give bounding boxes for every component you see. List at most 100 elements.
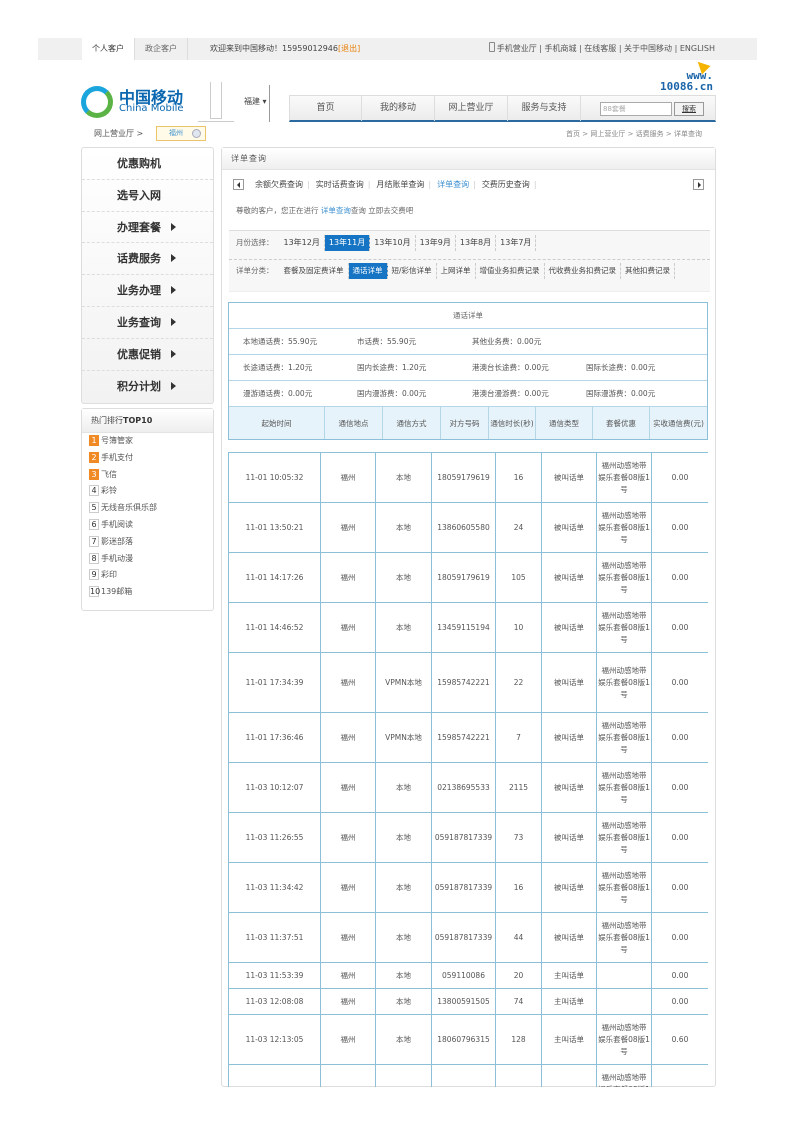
- logout-link[interactable]: [退出]: [338, 44, 360, 53]
- subtab-3[interactable]: 详单查询: [437, 180, 469, 189]
- caret-right-icon: [171, 349, 176, 358]
- divider: [269, 85, 270, 122]
- sidebar-item-points[interactable]: 积分计划: [82, 371, 213, 403]
- table-row[interactable]: 福州动感地带娱乐套餐08版1号: [228, 1064, 708, 1087]
- table-row[interactable]: 11-01 10:05:32 福州 本地 18059179619 16 被叫话单 福州动感地…: [228, 452, 708, 503]
- table-row[interactable]: 11-03 11:37:51 福州 本地 059187817339 44 被叫话单 福州动感…: [228, 912, 708, 963]
- subtab-2[interactable]: 月结账单查询: [376, 180, 424, 189]
- nav-home[interactable]: 首页: [290, 96, 362, 121]
- sidebar-item-plans[interactable]: 办理套餐: [82, 212, 213, 244]
- list-item[interactable]: 9 彩印: [82, 567, 213, 584]
- table-row[interactable]: 11-03 12:13:05 福州 本地 18060796315 128 主叫话单 福州动感…: [228, 1014, 708, 1065]
- table-row[interactable]: 11-03 12:08:08 福州 本地 13800591505 74 主叫话单 0.00: [228, 988, 708, 1015]
- next-arrow-icon[interactable]: [693, 179, 704, 190]
- table-cell: VPMN本地: [375, 652, 432, 713]
- menu-label: 话费服务: [117, 252, 161, 266]
- type-selector: 详单分类： 套餐及固定费详单 通话详单 短/彩信详单 上网详单 增值业务扣费记录 代收费业务…: [236, 263, 676, 279]
- top-links[interactable]: 手机营业厅 | 手机商城 | 在线客服 | 关于中国移动 | ENGLISH: [488, 38, 715, 60]
- top10-panel: 热门排行TOP10 1 号簿管家 2 手机支付 3 飞信 4 彩铃 5 无线音乐俱乐部 6 手机阅读 7…: [81, 408, 214, 611]
- type-option[interactable]: 增值业务扣费记录: [476, 263, 545, 279]
- pagoda-illustration-icon: [198, 82, 234, 122]
- table-cell: [431, 1064, 496, 1087]
- type-option[interactable]: 代收费业务扣费记录: [545, 263, 622, 279]
- column-header: 套餐优惠: [593, 407, 650, 439]
- table-cell: 24: [495, 502, 542, 553]
- sidebar-item-discount-phone[interactable]: 优惠购机: [82, 148, 213, 180]
- list-item[interactable]: 8 手机动漫: [82, 551, 213, 568]
- table-row[interactable]: 11-03 11:26:55 福州 本地 059187817339 73 被叫话单 福州动感…: [228, 812, 708, 863]
- month-option[interactable]: 13年12月: [280, 235, 325, 251]
- subtab-4[interactable]: 交费历史查询: [482, 180, 530, 189]
- detail-table-wrap: 11-01 10:05:32 福州 本地 18059179619 16 被叫话单 福州动感地…: [228, 452, 708, 1087]
- list-item[interactable]: 5 无线音乐俱乐部: [82, 500, 213, 517]
- list-item[interactable]: 3 飞信: [82, 467, 213, 484]
- notice-post[interactable]: 查询 立即去交费吧: [351, 206, 413, 215]
- top-links-text[interactable]: 手机营业厅 | 手机商城 | 在线客服 | 关于中国移动 | ENGLISH: [497, 44, 715, 53]
- sidebar-item-query[interactable]: 业务查询: [82, 307, 213, 339]
- list-item[interactable]: 7 影迷部落: [82, 534, 213, 551]
- table-cell: 73: [495, 812, 542, 863]
- table-cell: 福州动感地带娱乐套餐08版1号: [596, 552, 652, 603]
- month-option[interactable]: 13年10月: [370, 235, 416, 251]
- table-cell: 福州: [320, 712, 376, 763]
- tab-personal[interactable]: 个人客户: [82, 38, 135, 60]
- region-selector[interactable]: 福建 ▾: [244, 96, 267, 107]
- table-cell: 福州: [320, 552, 376, 603]
- type-option[interactable]: 其他扣费记录: [621, 263, 676, 279]
- table-row[interactable]: 11-01 13:50:21 福州 本地 13860605580 24 被叫话单 福州动感地…: [228, 502, 708, 553]
- month-option[interactable]: 13年9月: [416, 235, 456, 251]
- notice-link[interactable]: 详单查询: [321, 206, 351, 215]
- table-cell: 本地: [375, 912, 432, 963]
- type-option[interactable]: 短/彩信详单: [388, 263, 437, 279]
- search-button[interactable]: 搜索: [674, 102, 704, 116]
- breadcrumb-root[interactable]: 网上营业厅 >: [94, 128, 143, 139]
- table-row[interactable]: 11-03 10:12:07 福州 本地 02138695533 2115 被叫话单 福州动…: [228, 762, 708, 813]
- tab-enterprise[interactable]: 政企客户: [135, 38, 188, 60]
- site-line2: 10086.cn: [660, 80, 713, 93]
- table-row[interactable]: 11-03 11:53:39 福州 本地 059110086 20 主叫话单 0.00: [228, 962, 708, 989]
- sidebar-item-promotions[interactable]: 优惠促销: [82, 339, 213, 371]
- table-row[interactable]: 11-01 14:46:52 福州 本地 13459115194 10 被叫话单 福州动感地…: [228, 602, 708, 653]
- table-cell: 0.00: [651, 452, 708, 503]
- sidebar-item-billing[interactable]: 话费服务: [82, 243, 213, 276]
- nav-support[interactable]: 服务与支持: [508, 96, 581, 121]
- table-row[interactable]: 11-01 14:17:26 福州 本地 18059179619 105 被叫话单 福州动感…: [228, 552, 708, 603]
- list-item[interactable]: 6 手机阅读: [82, 517, 213, 534]
- table-cell: 105: [495, 552, 542, 603]
- list-item[interactable]: 4 彩铃: [82, 483, 213, 500]
- table-cell: 15985742221: [431, 712, 496, 763]
- table-cell: 13860605580: [431, 502, 496, 553]
- subtab-1[interactable]: 实时话费查询: [316, 180, 364, 189]
- type-option[interactable]: 通话详单: [348, 263, 388, 279]
- list-item[interactable]: 1 号簿管家: [82, 433, 213, 450]
- table-row[interactable]: 11-01 17:36:46 福州 VPMN本地 15985742221 7 被叫话单 福州…: [228, 712, 708, 763]
- top-bar: 个人客户 政企客户 欢迎来到中国移动！15959012946[退出] 手机营业厅…: [38, 38, 757, 60]
- table-cell: VPMN本地: [375, 712, 432, 763]
- sidebar-item-services[interactable]: 业务办理: [82, 275, 213, 307]
- table-cell: 本地: [375, 602, 432, 653]
- summary-cell: 国内漫游费：0.00元: [357, 389, 427, 398]
- type-option[interactable]: 上网详单: [437, 263, 476, 279]
- table-row[interactable]: 11-03 11:34:42 福州 本地 059187817339 16 被叫话单 福州动感…: [228, 862, 708, 913]
- table-cell: 11-01 17:34:39: [228, 652, 321, 713]
- type-option[interactable]: 套餐及固定费详单: [280, 263, 349, 279]
- nav-my-mobile[interactable]: 我的移动: [362, 96, 435, 121]
- nav-online-hall[interactable]: 网上营业厅: [435, 96, 508, 121]
- table-cell: 本地: [375, 502, 432, 553]
- month-option[interactable]: 13年8月: [456, 235, 497, 251]
- site-10086-logo[interactable]: www. 10086.cn: [660, 57, 713, 93]
- breadcrumb[interactable]: 首页 > 网上营业厅 > 话费服务 > 详单查询: [566, 129, 702, 139]
- rank-badge: 8: [89, 552, 99, 564]
- list-item[interactable]: 2 手机支付: [82, 450, 213, 467]
- prev-arrow-icon[interactable]: [233, 179, 244, 190]
- sidebar-item-choose-number[interactable]: 选号入网: [82, 180, 213, 212]
- top10-list: 1 号簿管家 2 手机支付 3 飞信 4 彩铃 5 无线音乐俱乐部 6 手机阅读 7 影迷部落 8 手机动漫 9…: [82, 433, 213, 601]
- subtab-0[interactable]: 余额欠费查询: [255, 180, 303, 189]
- month-option[interactable]: 13年7月: [496, 235, 537, 251]
- table-row[interactable]: 11-01 17:34:39 福州 VPMN本地 15985742221 22 被叫话单福…: [228, 652, 708, 713]
- city-selector[interactable]: 福州: [156, 126, 206, 141]
- search-input[interactable]: 88套餐: [600, 102, 672, 116]
- month-option[interactable]: 13年11月: [324, 235, 371, 251]
- list-item[interactable]: 10139邮箱: [82, 584, 213, 601]
- welcome-message: 欢迎来到中国移动！15959012946: [210, 44, 338, 53]
